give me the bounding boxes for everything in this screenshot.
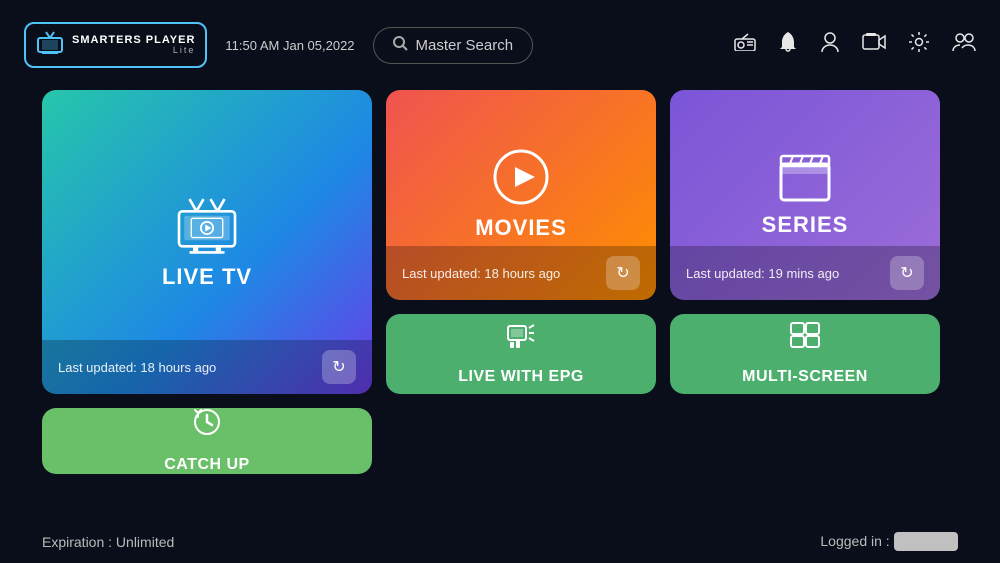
live-tv-updated: Last updated: 18 hours ago <box>58 360 216 375</box>
catch-up-icon <box>193 408 221 443</box>
datetime: 11:50 AM Jan 05,2022 <box>225 38 354 53</box>
live-tv-bottom: Last updated: 18 hours ago ↻ <box>42 340 372 394</box>
footer: Expiration : Unlimited Logged in : •••••… <box>0 520 1000 563</box>
search-placeholder: Master Search <box>416 37 514 54</box>
multi-screen-icon <box>790 322 820 355</box>
header: SMARTERS PLAYER Lite 11:50 AM Jan 05,202… <box>0 0 1000 90</box>
expiration-text: Expiration : Unlimited <box>42 534 174 550</box>
logo-tv-icon <box>36 30 64 60</box>
series-title: SERIES <box>762 212 849 238</box>
profile-icon[interactable] <box>820 31 840 59</box>
logged-in-value: •••••••• <box>894 532 958 551</box>
header-icons <box>734 31 976 59</box>
catch-up-card[interactable]: CATCH UP <box>42 408 372 474</box>
live-epg-icon <box>507 322 535 355</box>
radio-icon[interactable] <box>734 33 756 57</box>
brand-lite: Lite <box>72 46 195 56</box>
logo[interactable]: SMARTERS PLAYER Lite <box>24 22 207 68</box>
live-epg-card[interactable]: LIVE WITH EPG <box>386 314 656 394</box>
movies-title: MOVIES <box>475 215 567 241</box>
live-tv-refresh[interactable]: ↻ <box>322 350 356 384</box>
series-card[interactable]: SERIES Last updated: 19 mins ago ↻ <box>670 90 940 300</box>
catch-up-title: CATCH UP <box>164 455 249 474</box>
live-tv-title: LIVE TV <box>162 264 252 290</box>
live-tv-icon <box>172 194 242 254</box>
movies-card[interactable]: MOVIES Last updated: 18 hours ago ↻ <box>386 90 656 300</box>
movies-refresh[interactable]: ↻ <box>606 256 640 290</box>
movies-icon <box>493 149 549 205</box>
main-grid: LIVE TV Last updated: 18 hours ago ↻ MOV… <box>0 90 1000 474</box>
record-icon[interactable] <box>862 33 886 57</box>
series-icon <box>777 152 833 202</box>
multi-screen-card[interactable]: MULTI-SCREEN <box>670 314 940 394</box>
movies-updated: Last updated: 18 hours ago <box>402 266 560 281</box>
settings-icon[interactable] <box>908 31 930 59</box>
search-icon <box>392 35 408 56</box>
live-epg-title: LIVE WITH EPG <box>458 367 584 386</box>
series-refresh[interactable]: ↻ <box>890 256 924 290</box>
series-updated: Last updated: 19 mins ago <box>686 266 839 281</box>
switch-profile-icon[interactable] <box>952 32 976 58</box>
live-tv-card[interactable]: LIVE TV Last updated: 18 hours ago ↻ <box>42 90 372 394</box>
series-bottom: Last updated: 19 mins ago ↻ <box>670 246 940 300</box>
notification-icon[interactable] <box>778 31 798 59</box>
movies-bottom: Last updated: 18 hours ago ↻ <box>386 246 656 300</box>
logged-in-section: Logged in : •••••••• <box>820 532 958 551</box>
search-bar[interactable]: Master Search <box>373 27 533 64</box>
logged-in-label: Logged in : <box>820 533 889 549</box>
multi-screen-title: MULTI-SCREEN <box>742 367 868 386</box>
